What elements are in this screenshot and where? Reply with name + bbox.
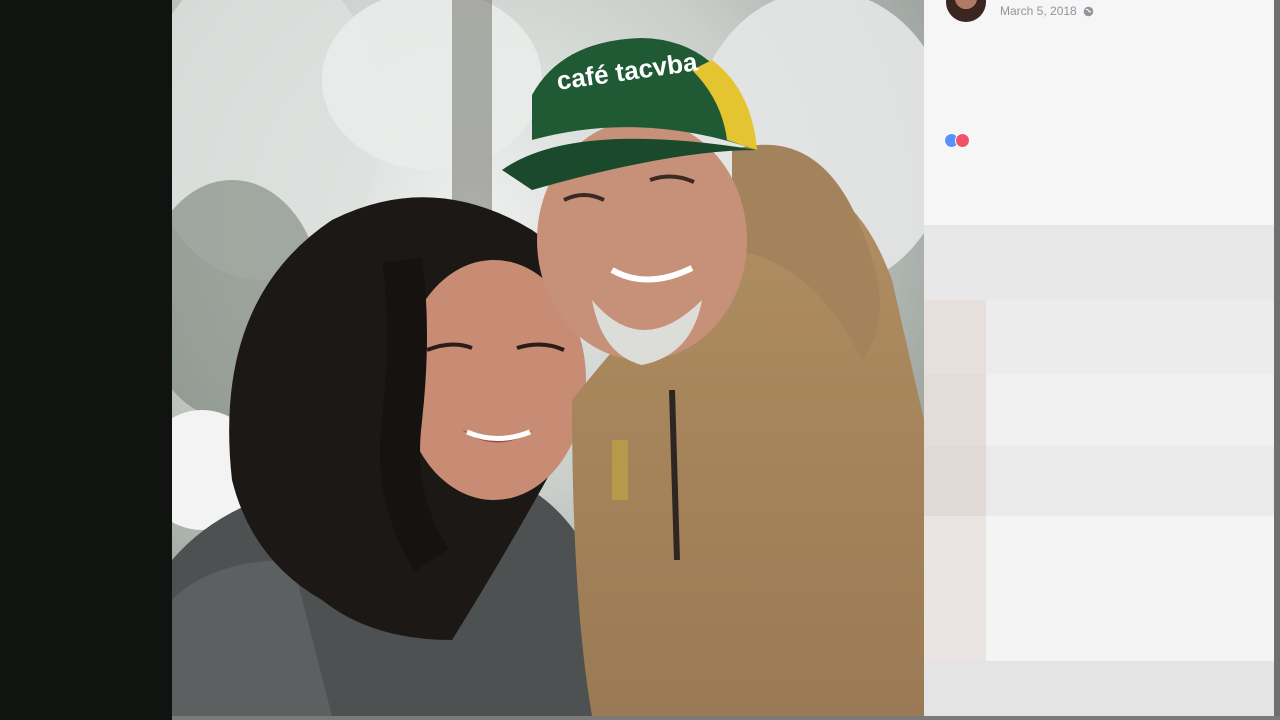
video-frame: café tacvba March 5, 2018 xyxy=(0,0,1280,720)
blurred-block xyxy=(986,446,1274,516)
blurred-block xyxy=(924,446,986,516)
blurred-block xyxy=(924,516,986,661)
post-photo[interactable]: café tacvba xyxy=(172,0,924,716)
blurred-block xyxy=(924,300,986,374)
post-header: March 5, 2018 xyxy=(946,0,1094,22)
blurred-block xyxy=(924,374,986,446)
blurred-block xyxy=(986,516,1274,661)
blurred-block xyxy=(924,661,1274,716)
love-reaction-icon xyxy=(955,133,970,148)
blurred-block xyxy=(986,374,1274,446)
bottom-border xyxy=(172,716,1280,720)
reactions[interactable] xyxy=(944,133,970,148)
globe-icon xyxy=(1083,6,1093,16)
post-timestamp[interactable]: March 5, 2018 xyxy=(1000,4,1077,18)
blurred-block xyxy=(986,300,1274,374)
avatar[interactable] xyxy=(946,0,986,22)
right-border xyxy=(1274,0,1280,720)
blurred-block xyxy=(924,225,1274,300)
couple-photo-illustration: café tacvba xyxy=(172,0,924,716)
post-panel xyxy=(924,0,1274,716)
